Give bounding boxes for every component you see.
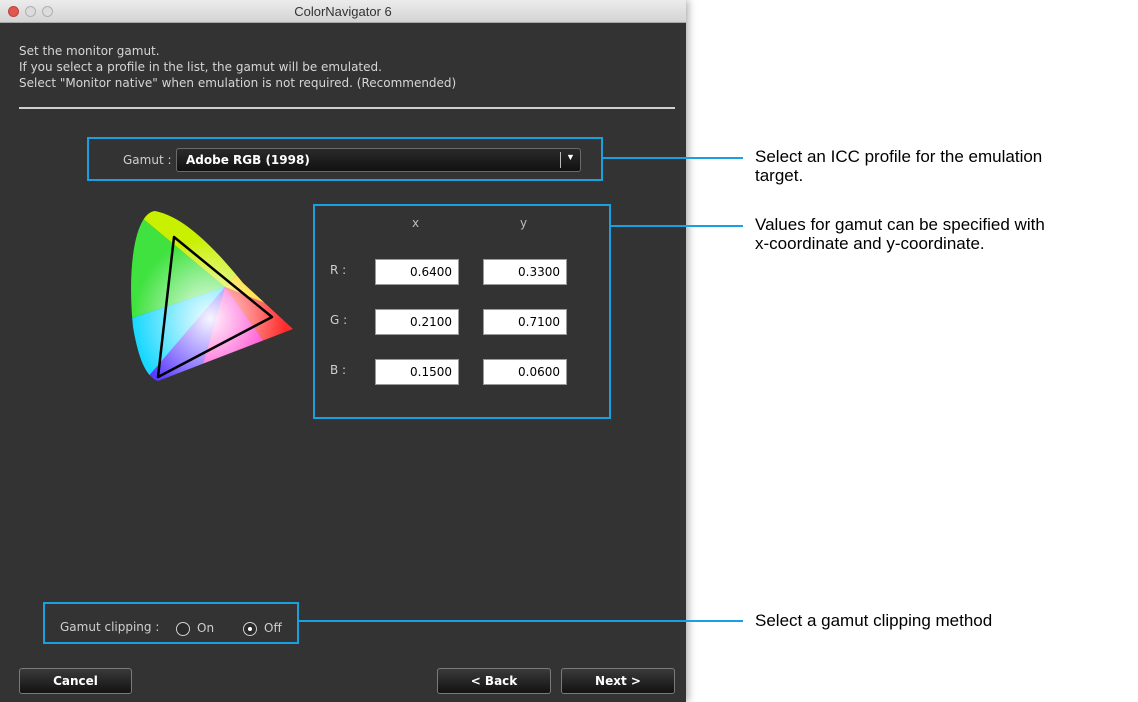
gamut-label: Gamut : <box>123 153 172 167</box>
y-column-header: y <box>520 216 528 230</box>
gamut-note-line-1: Select an ICC profile for the emulation <box>755 147 1043 166</box>
clipping-note: Select a gamut clipping method <box>755 611 993 630</box>
gamut-clipping-label: Gamut clipping : <box>60 620 160 634</box>
instructions: Set the monitor gamut. If you select a p… <box>19 43 456 91</box>
clipping-off-label: Off <box>264 621 282 635</box>
clipping-on-label: On <box>197 621 215 635</box>
gamut-dropdown[interactable]: Adobe RGB (1998) ▼ <box>176 148 581 172</box>
chromaticity-diagram <box>131 211 293 381</box>
dropdown-divider <box>560 152 561 168</box>
instruction-line-3: Select "Monitor native" when emulation i… <box>19 76 457 90</box>
clipping-off-radio[interactable] <box>243 622 257 636</box>
radio-selected-dot <box>248 627 252 631</box>
gamut-note: Select an ICC profile for the emulation … <box>755 147 1042 185</box>
g-y-input[interactable]: 0.7100 <box>483 309 567 335</box>
r-x-input[interactable]: 0.6400 <box>375 259 459 285</box>
separator <box>19 107 675 109</box>
b-y-input[interactable]: 0.0600 <box>483 359 567 385</box>
instruction-line-2: If you select a profile in the list, the… <box>19 60 382 74</box>
row-label-r: R : <box>330 263 347 277</box>
g-x-input[interactable]: 0.2100 <box>375 309 459 335</box>
r-y-input[interactable]: 0.3300 <box>483 259 567 285</box>
colornavigator-window: ColorNavigator 6 Set the monitor gamut. … <box>0 0 686 702</box>
row-label-b: B : <box>330 363 347 377</box>
clipping-leader-line <box>299 620 743 622</box>
gamut-dropdown-value: Adobe RGB (1998) <box>186 153 310 167</box>
next-button[interactable]: Next > <box>561 668 675 694</box>
x-column-header: x <box>412 216 420 230</box>
values-note-line-2: x-coordinate and y-coordinate. <box>755 234 985 253</box>
instruction-line-1: Set the monitor gamut. <box>19 44 160 58</box>
gamut-note-line-2: target. <box>755 166 804 185</box>
gamut-leader-line <box>603 157 743 159</box>
b-x-input[interactable]: 0.1500 <box>375 359 459 385</box>
clipping-on-radio[interactable] <box>176 622 190 636</box>
row-label-g: G : <box>330 313 348 327</box>
cancel-button[interactable]: Cancel <box>19 668 132 694</box>
back-button[interactable]: < Back <box>437 668 551 694</box>
values-leader-line <box>611 225 743 227</box>
values-note-line-1: Values for gamut can be specified with <box>755 215 1045 234</box>
window-title: ColorNavigator 6 <box>294 4 392 19</box>
title-bar: ColorNavigator 6 <box>0 0 686 23</box>
dropdown-arrow-icon: ▼ <box>566 152 575 162</box>
values-note: Values for gamut can be specified with x… <box>755 215 1045 253</box>
